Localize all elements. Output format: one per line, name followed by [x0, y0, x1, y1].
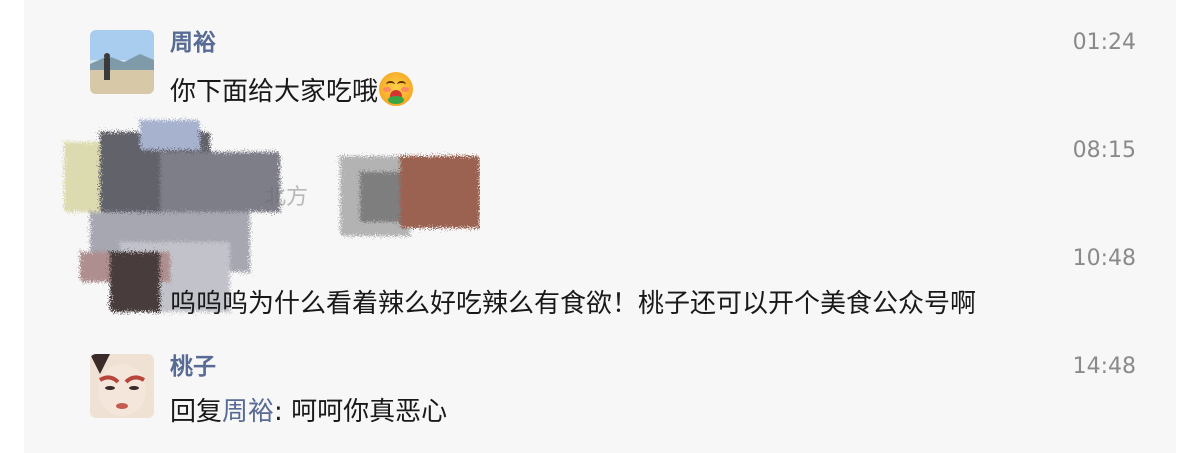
reply-prefix: 回复	[170, 397, 223, 427]
comment-text: 你下面给大家吃哦	[170, 72, 414, 110]
comment-text-content: 呵呵你真恶心	[291, 397, 448, 427]
comment-text: 呜呜呜为什么看着辣么好吃辣么有食欲！桃子还可以开个美食公众号啊	[170, 289, 977, 319]
comment-time: 14:48	[1072, 354, 1136, 379]
avatar[interactable]	[90, 30, 154, 94]
comment-time: 08:15	[1072, 138, 1136, 163]
comment-panel: 周裕 01:24 你下面给大家吃哦 08:15 北方 10:48 呜呜呜为什么看…	[24, 0, 1176, 453]
comment-text-content: 你下面给大家吃哦	[170, 77, 379, 107]
comment-time: 10:48	[1072, 246, 1136, 271]
comment-text: 回复周裕: 呵呵你真恶心	[170, 394, 447, 430]
comment-author[interactable]: 周裕	[170, 28, 216, 58]
avatar[interactable]	[90, 354, 154, 418]
comment-author[interactable]: 桃子	[170, 352, 216, 382]
reply-to-user-link[interactable]: 周裕	[222, 397, 274, 427]
comment-time: 01:24	[1072, 30, 1136, 55]
reply-separator: :	[274, 397, 292, 427]
drooling-face-emoji-icon	[379, 72, 414, 106]
